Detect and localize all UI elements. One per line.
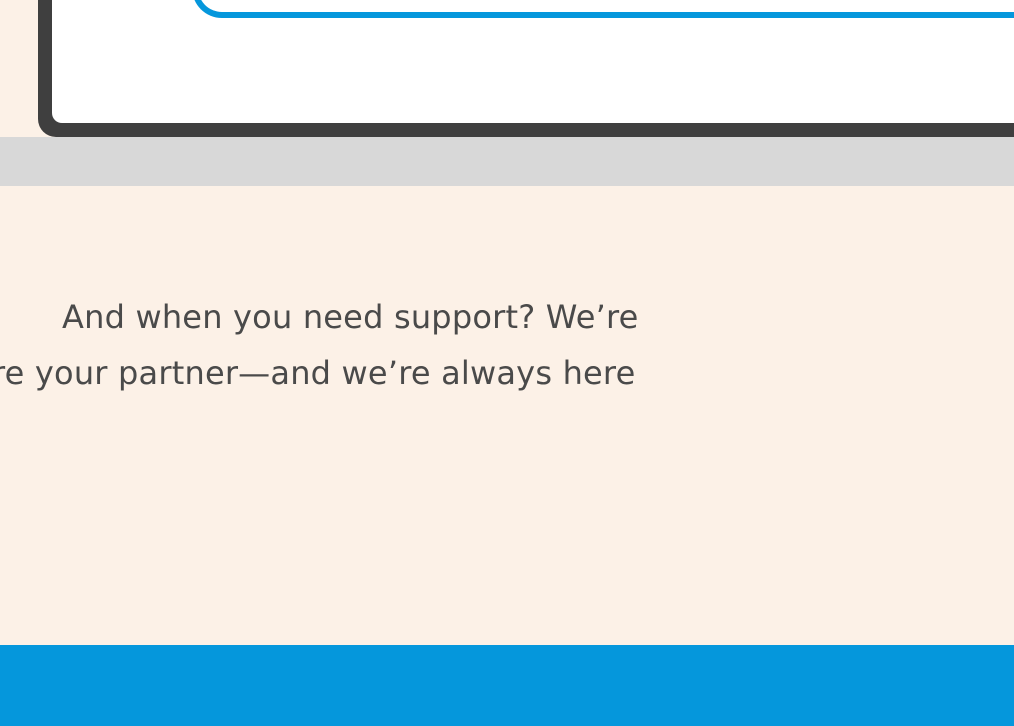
support-section: And when you need support? We’re re your… — [0, 186, 1014, 645]
illustration-input-box — [192, 0, 1014, 18]
footer-band — [0, 645, 1014, 726]
support-text-line-1: And when you need support? We’re — [62, 298, 639, 336]
section-divider — [0, 137, 1014, 186]
device-frame — [38, 0, 1014, 137]
support-text-line-2: re your partner—and we’re always here — [0, 354, 636, 392]
hero-illustration-area — [0, 0, 1014, 137]
page: And when you need support? We’re re your… — [0, 0, 1014, 726]
device-screen — [52, 0, 1014, 123]
